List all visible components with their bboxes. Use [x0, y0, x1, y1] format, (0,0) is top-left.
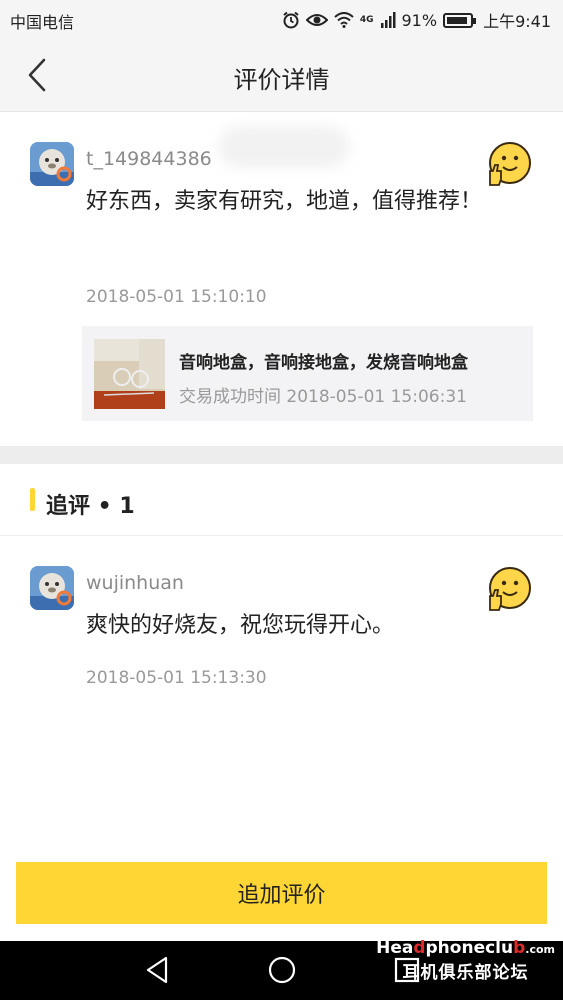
clock: 上午9:41 — [483, 12, 551, 31]
followup-time: 2018-05-01 15:13:30 — [86, 668, 267, 688]
seal-avatar-image — [30, 142, 74, 186]
followup-content: 爽快的好烧友，祝您玩得开心。 — [86, 613, 395, 638]
trade-time: 交易成功时间 2018-05-01 15:06:31 — [179, 387, 467, 407]
seller-avatar[interactable] — [30, 566, 74, 610]
username-blur-mask — [218, 126, 350, 168]
reviewer-avatar[interactable] — [30, 142, 74, 186]
battery-percent: 91% — [401, 10, 438, 30]
seal-avatar-image — [30, 566, 74, 610]
eye-icon — [305, 14, 328, 26]
followup-title: 追评 • 1 — [46, 494, 135, 519]
followup-accent-bar — [30, 488, 35, 511]
add-review-button[interactable]: 追加评价 — [16, 862, 547, 924]
signal-icon — [380, 12, 395, 28]
carrier-name: 中国电信 — [10, 13, 75, 32]
battery-icon — [443, 12, 477, 28]
product-thumbnail — [94, 339, 165, 409]
review-time: 2018-05-01 15:10:10 — [86, 287, 267, 307]
home-circle-icon[interactable] — [267, 955, 297, 985]
back-triangle-icon[interactable] — [144, 955, 170, 985]
followup-header: 追评 • 1 — [0, 464, 563, 536]
status-icons: 4G 91% 上午9:41 — [282, 8, 551, 32]
review-content: 好东西，卖家有研究，地道，值得推荐！ — [86, 189, 483, 214]
section-divider — [0, 446, 563, 464]
site-watermark: Headphoneclub.com 耳机俱乐部论坛 — [376, 938, 555, 983]
network-badge: 4G — [359, 14, 374, 25]
watermark-logo: Headphoneclub.com — [376, 938, 555, 958]
product-name: 音响地盒，音响接地盒，发烧音响地盒 — [179, 353, 468, 373]
page-title: 评价详情 — [233, 66, 330, 94]
wifi-icon — [334, 12, 354, 28]
product-card[interactable]: 音响地盒，音响接地盒，发烧音响地盒 交易成功时间 2018-05-01 15:0… — [82, 326, 533, 421]
watermark-subtitle: 耳机俱乐部论坛 — [402, 963, 529, 983]
status-bar: 中国电信 4G 91% 上午9:41 — [0, 0, 563, 38]
seller-username[interactable]: wujinhuan — [86, 572, 184, 594]
nav-bar: 评价详情 — [0, 38, 563, 112]
alarm-icon — [283, 11, 299, 29]
reviewer-username[interactable]: t_149844386 — [86, 148, 212, 170]
